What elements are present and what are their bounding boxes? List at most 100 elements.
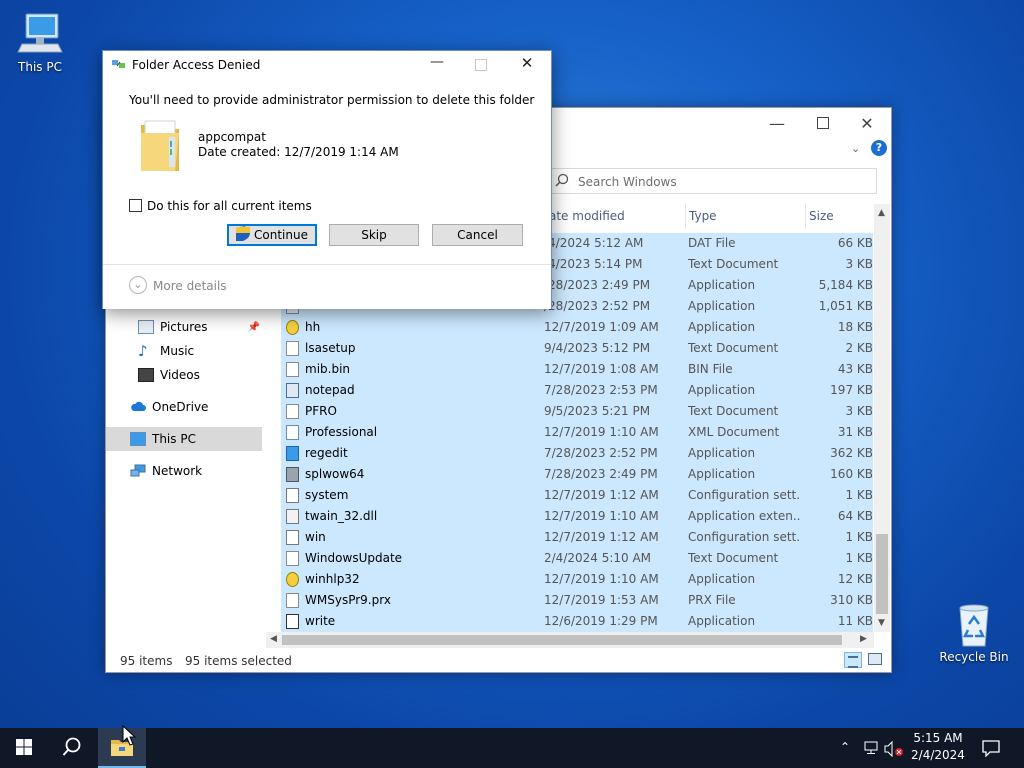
nav-item-pictures[interactable]: Pictures 📌: [138, 316, 260, 338]
row-size: 11 KB: [837, 614, 873, 628]
dialog-message: You'll need to provide administrator per…: [129, 93, 535, 107]
table-row[interactable]: winhlp32 12/7/2019 1:10 AM Application 12 K…: [281, 569, 873, 590]
continue-button[interactable]: Continue: [227, 224, 317, 246]
nav-item-label: Videos: [160, 368, 200, 382]
config-icon: [286, 488, 299, 503]
row-date-modified: 12/7/2019 1:12 AM: [544, 488, 659, 502]
folder-name: appcompat: [198, 130, 266, 144]
nav-item-videos[interactable]: Videos: [138, 364, 200, 386]
horizontal-scrollbar[interactable]: ◀ ▶: [266, 632, 874, 648]
folder-access-denied-dialog: Folder Access Denied — ✕ You'll need to …: [102, 50, 552, 309]
row-size: 1,051 KB: [818, 299, 873, 313]
minimize-button[interactable]: —: [754, 110, 800, 136]
nav-item-onedrive[interactable]: OneDrive: [130, 396, 208, 418]
scroll-up-arrow-icon[interactable]: ▲: [878, 208, 885, 218]
file-icon: [286, 551, 299, 566]
folder-icon: [139, 115, 183, 178]
row-name: twain_32.dll: [305, 509, 378, 523]
desktop-icon-label: This PC: [18, 60, 62, 74]
row-name: win: [305, 530, 326, 544]
maximize-button[interactable]: [800, 110, 846, 136]
chevron-down-icon: ⌄: [851, 142, 861, 155]
more-details-label[interactable]: More details: [153, 279, 227, 293]
row-date-modified: 7/28/2023 2:52 PM: [544, 446, 658, 460]
table-row[interactable]: lsasetup 9/4/2023 5:12 PM Text Document 2 K…: [281, 338, 873, 359]
chevron-down-icon: ⌄: [133, 278, 143, 291]
column-type[interactable]: Type: [689, 209, 717, 223]
selected-count: 95 items selected: [185, 654, 292, 668]
table-row[interactable]: PFRO 9/5/2023 5:21 PM Text Document 3 KB: [281, 401, 873, 422]
close-button[interactable]: ✕: [844, 110, 890, 136]
scroll-left-arrow-icon[interactable]: ◀: [270, 634, 277, 644]
vertical-scrollbar[interactable]: ▲ ▼: [874, 204, 890, 632]
regedit-icon: [286, 446, 299, 461]
file-icon: [286, 341, 299, 356]
row-size: 2 KB: [845, 341, 873, 355]
row-name: WMSysPr9.prx: [305, 593, 391, 607]
desktop-icon-this-pc[interactable]: This PC: [0, 10, 80, 74]
scroll-right-arrow-icon[interactable]: ▶: [860, 634, 867, 644]
minimize-icon: —: [430, 54, 444, 70]
nav-item-network[interactable]: Network: [130, 460, 202, 482]
row-date-modified: 12/7/2019 1:53 AM: [544, 593, 659, 607]
status-bar: 95 items 95 items selected: [106, 650, 891, 672]
table-row[interactable]: WindowsUpdate 2/4/2024 5:10 AM Text Docume…: [281, 548, 873, 569]
xml-icon: [286, 425, 299, 440]
dialog-minimize-button[interactable]: —: [425, 54, 449, 76]
scroll-thumb[interactable]: [282, 635, 842, 645]
row-date-modified: 7/28/2023 2:49 PM: [544, 467, 658, 481]
desktop-icon-recycle-bin[interactable]: Recycle Bin: [934, 600, 1014, 664]
nav-item-label: Music: [160, 344, 195, 358]
row-size: 197 KB: [830, 383, 873, 397]
table-row[interactable]: win 12/7/2019 1:12 AM Configuration sett..…: [281, 527, 873, 548]
row-size: 1 KB: [845, 530, 873, 544]
table-row[interactable]: WMSysPr9.prx 12/7/2019 1:53 AM PRX File 310…: [281, 590, 873, 611]
dialog-footer: ⌄ More details: [103, 264, 551, 309]
search-button[interactable]: [48, 728, 96, 768]
dialog-close-button[interactable]: ✕: [515, 54, 539, 76]
network-tray-icon[interactable]: [862, 741, 880, 758]
row-date-modified: /28/2023 2:49 PM: [544, 278, 651, 292]
table-row[interactable]: write 12/6/2019 1:29 PM Application 11 KB: [281, 611, 873, 632]
table-row[interactable]: regedit 7/28/2023 2:52 PM Application 362 K…: [281, 443, 873, 464]
nav-item-music[interactable]: ♪ Music: [138, 340, 194, 362]
apply-all-checkbox-label[interactable]: Do this for all current items: [147, 199, 312, 213]
table-row[interactable]: mib.bin 12/7/2019 1:08 AM BIN File 43 KB: [281, 359, 873, 380]
nav-item-this-pc[interactable]: This PC: [130, 428, 196, 450]
scroll-thumb[interactable]: [876, 534, 888, 614]
cancel-button[interactable]: Cancel: [432, 224, 523, 246]
help-button[interactable]: ?: [871, 140, 887, 156]
row-date-modified: 7/28/2023 2:53 PM: [544, 383, 658, 397]
clock[interactable]: 5:15 AM 2/4/2024: [906, 731, 970, 762]
pin-icon: 📌: [247, 321, 260, 333]
row-type: Application: [688, 299, 756, 313]
file-icon: [286, 362, 299, 377]
row-date-modified: /4/2023 5:14 PM: [544, 257, 643, 271]
minimize-icon: —: [769, 113, 785, 133]
column-date-modified[interactable]: ate modified: [549, 209, 625, 223]
table-row[interactable]: splwow64 7/28/2023 2:49 PM Application 160 …: [281, 464, 873, 485]
table-row[interactable]: Professional 12/7/2019 1:10 AM XML Documen…: [281, 422, 873, 443]
large-icons-view-button[interactable]: [868, 653, 882, 665]
column-size[interactable]: Size: [809, 209, 834, 223]
ribbon-expand-button[interactable]: ⌄: [851, 142, 860, 155]
scroll-down-arrow-icon[interactable]: ▼: [878, 618, 885, 628]
search-icon: [555, 173, 569, 190]
table-row[interactable]: system 12/7/2019 1:12 AM Configuration set…: [281, 485, 873, 506]
apply-all-checkbox[interactable]: [129, 199, 142, 212]
table-row[interactable]: notepad 7/28/2023 2:53 PM Application 197 K…: [281, 380, 873, 401]
details-view-button[interactable]: [844, 652, 862, 668]
table-row[interactable]: twain_32.dll 12/7/2019 1:10 AM Application…: [281, 506, 873, 527]
row-type: DAT File: [688, 236, 736, 250]
start-button[interactable]: [0, 728, 48, 768]
search-box[interactable]: Search Windows: [546, 168, 877, 194]
show-hidden-icons-button[interactable]: ⌃: [840, 740, 850, 754]
row-date-modified: 12/7/2019 1:09 AM: [544, 320, 659, 334]
skip-button[interactable]: Skip: [329, 224, 419, 246]
table-row[interactable]: hh 12/7/2019 1:09 AM Application 18 KB: [281, 317, 873, 338]
action-center-button[interactable]: [982, 739, 1000, 760]
volume-muted-icon[interactable]: [884, 740, 904, 760]
nav-item-label: Pictures: [160, 320, 208, 334]
close-icon: ✕: [860, 113, 874, 133]
more-details-toggle[interactable]: ⌄: [129, 276, 147, 294]
